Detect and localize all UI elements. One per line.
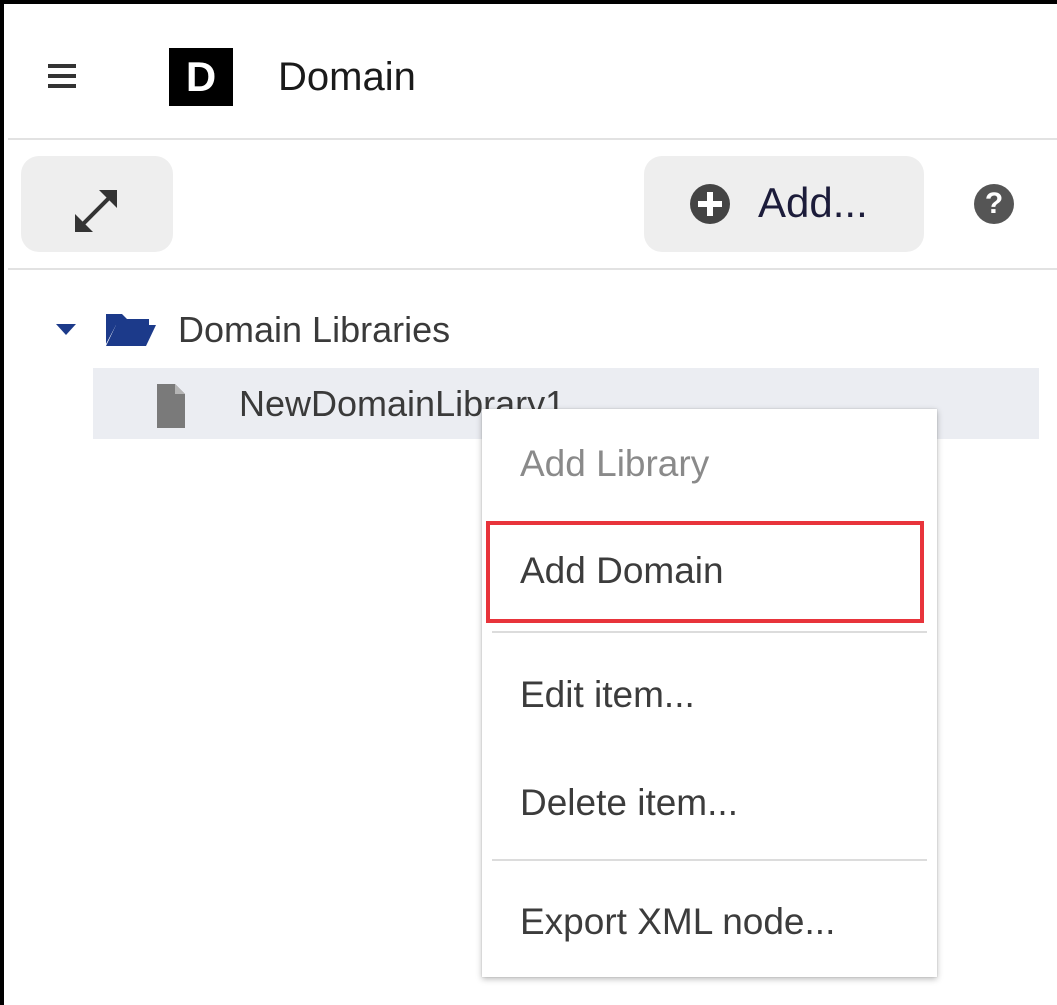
expand-button[interactable]: [21, 156, 173, 252]
document-icon: [157, 384, 185, 428]
app-window: D Domain Add... ? Domain Libraries NewDo…: [0, 0, 1057, 1005]
expand-arrows-icon: [75, 190, 117, 232]
add-button-label: Add...: [758, 179, 868, 226]
add-button[interactable]: Add...: [644, 156, 924, 252]
hamburger-menu-icon[interactable]: [44, 56, 88, 96]
menu-item-delete[interactable]: Delete item...: [482, 753, 937, 853]
context-menu: Add Library Add Domain Edit item... Dele…: [482, 409, 937, 977]
tree-node-domain-libraries[interactable]: Domain Libraries: [50, 298, 550, 358]
menu-divider: [492, 631, 927, 633]
menu-item-label: Edit item...: [520, 674, 695, 715]
menu-item-label: Add Library: [520, 443, 710, 484]
caret-down-icon[interactable]: [56, 324, 76, 335]
menu-item-label: Export XML node...: [520, 901, 836, 942]
app-logo: D: [169, 48, 233, 106]
page-title: Domain: [278, 55, 416, 99]
menu-item-label: Delete item...: [520, 782, 738, 823]
help-icon[interactable]: ?: [974, 184, 1014, 224]
app-header: D Domain: [8, 8, 1057, 140]
open-folder-icon: [106, 314, 156, 346]
menu-item-edit[interactable]: Edit item...: [482, 645, 937, 745]
menu-item-export-xml[interactable]: Export XML node...: [482, 872, 937, 972]
menu-item-add-library[interactable]: Add Library: [482, 414, 937, 514]
menu-divider: [492, 859, 927, 861]
toolbar: Add... ?: [8, 140, 1057, 270]
highlight-box: [486, 521, 924, 623]
plus-circle-icon: [690, 184, 730, 224]
tree-node-label: Domain Libraries: [178, 309, 451, 350]
